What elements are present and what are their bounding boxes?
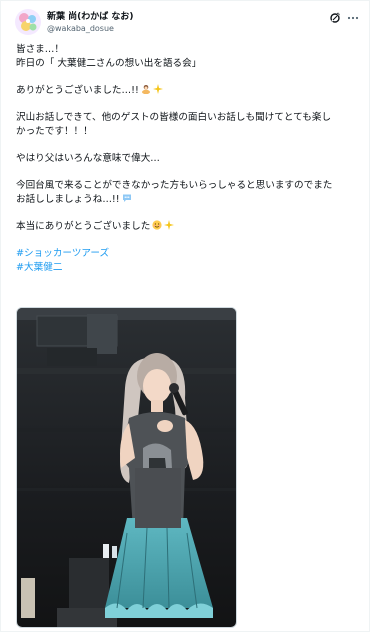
text-line: 沢山お話しできて、他のゲストの皆様の面白いお話しも聞けてとても楽し	[16, 111, 332, 123]
handle[interactable]: @wakaba_dosue	[47, 23, 134, 35]
speech-bubble-emoji	[122, 194, 131, 202]
author-names: 新葉 尚(わかば なお) @wakaba_dosue	[47, 11, 134, 35]
text-line-with-emoji: ありがとうございました…!!	[16, 83, 361, 98]
tweet-photo[interactable]	[16, 307, 237, 628]
text-line: 昨日の「 大葉健二さんの想い出を語る会」	[16, 57, 202, 69]
more-options-icon[interactable]	[347, 12, 359, 24]
text-line-with-emoji: 本当にありがとうございました	[16, 219, 361, 234]
text-line: 皆さま…！	[16, 44, 64, 55]
avatar[interactable]	[15, 9, 41, 35]
text-line: やはり父はいろんな意味で偉大…	[16, 152, 160, 164]
grok-icon[interactable]	[329, 12, 341, 24]
text-line: かったです！！！	[16, 125, 93, 137]
tweet-card: 新葉 尚(わかば なお) @wakaba_dosue 皆さま…！ 昨日の「 大葉…	[0, 0, 370, 632]
text-line: お話ししましょうね…!!	[16, 193, 120, 205]
display-name[interactable]: 新葉 尚(わかば なお)	[47, 11, 134, 23]
sparkles-emoji	[152, 83, 163, 94]
bowing-person-emoji	[141, 84, 150, 94]
text-line: 今回台風で来ることができなかった方もいらっしゃると思いますのでまた	[16, 179, 333, 191]
hashtag-link[interactable]: #ショッカーツアーズ	[16, 248, 109, 259]
tweet-header: 新葉 尚(わかば なお) @wakaba_dosue	[15, 9, 359, 39]
hashtag-link[interactable]: #大葉健二	[16, 262, 62, 273]
text-line: 本当にありがとうございました	[16, 220, 151, 232]
text-line: ありがとうございました…!!	[16, 84, 139, 96]
sparkles-emoji	[164, 219, 175, 230]
tweet-text: 皆さま…！ 昨日の「 大葉健二さんの想い出を語る会」 ありがとうございました…!…	[16, 43, 361, 274]
text-line-with-emoji: お話ししましょうね…!!	[16, 193, 361, 207]
stage-photo-image	[17, 308, 236, 627]
hashtag-line: #大葉健二	[16, 261, 361, 275]
hashtag-line: #ショッカーツアーズ	[16, 247, 361, 261]
smiling-face-emoji	[152, 220, 162, 230]
